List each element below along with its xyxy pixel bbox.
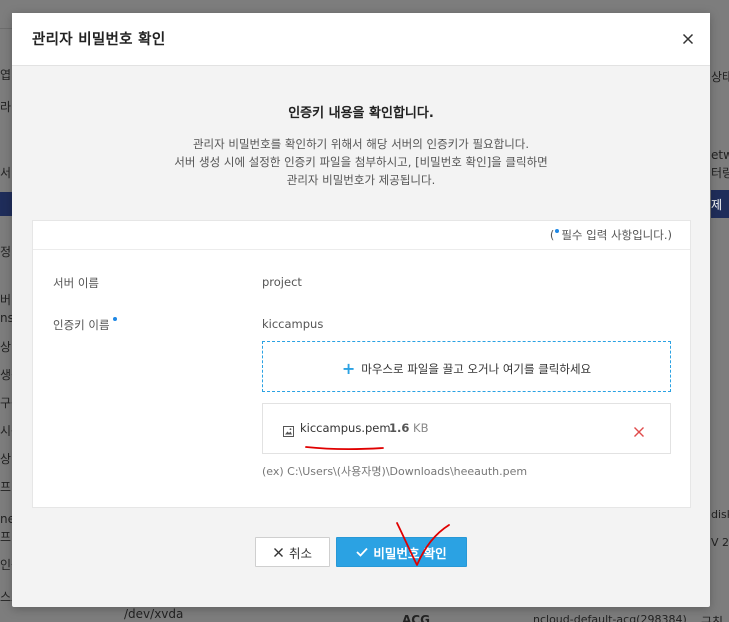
bg-text: 상태 [711,70,729,84]
key-name-label: 인증키 이름 [53,318,110,332]
bg-text: 터링 [711,166,729,180]
plus-icon: + [341,359,356,378]
panel-top-bar: ( 필수 입력 사항입니다.) [33,221,690,250]
check-icon [356,547,368,557]
bg-text: 규칙 [701,615,724,622]
bg-text: ACG [402,613,430,622]
intro-title: 인증키 내용을 확인합니다. [288,106,434,121]
required-note-prefix: ( [549,228,555,242]
cancel-button[interactable]: 취소 [255,537,330,567]
bg-text: 라 [0,100,12,114]
bg-text: V 22 [711,536,729,549]
bg-text: disk [711,508,729,521]
bg-text: 버 [0,293,12,307]
required-note-text: 필수 입력 사항입니다.) [561,228,672,242]
intro-description: 관리자 비밀번호를 확인하기 위해서 해당 서버의 인증키가 필요합니다. [192,137,530,151]
file-size: 1.6 KB [389,421,428,435]
image-file-icon [283,422,294,437]
key-name-label-wrap: 인증키 이름 [53,317,119,333]
cancel-button-label: 취소 [288,545,312,561]
admin-password-dialog: 관리자 비밀번호 확인 인증키 내용을 확인합니다. 관리자 비밀번호를 확인하… [12,13,710,607]
dropzone-text: 마우스로 파일을 끌고 오거나 여기를 클릭하세요 [361,362,592,376]
file-name: kiccampus.pem [300,421,391,435]
bg-text: /dev/xvda [124,607,184,621]
server-name-label: 서버 이름 [53,276,99,290]
bg-text: 엽 [0,68,12,82]
key-name-value: kiccampus [262,317,324,331]
bg-header-bar [0,192,12,216]
intro-description: 서버 생성 시에 설정한 인증키 파일을 첨부하시고, [비밀번호 확인]을 클… [174,155,548,169]
bg-text: 정 [0,245,12,259]
dialog-title: 관리자 비밀번호 확인 [32,32,166,48]
file-dropzone[interactable]: + 마우스로 파일을 끌고 오거나 여기를 클릭하세요 [262,341,671,392]
file-size-unit: KB [413,421,429,435]
required-note: ( 필수 입력 사항입니다.) [550,227,672,243]
bg-text: 서 [0,166,12,180]
attached-file: kiccampus.pem 1.6 KB [262,403,671,454]
server-name-value: project [262,275,302,289]
intro-description: 관리자 비밀번호가 제공됩니다. [286,173,436,187]
handwritten-underline [305,446,384,450]
required-dot-icon [112,317,117,321]
bg-text: etwo [711,148,729,162]
dialog-header: 관리자 비밀번호 확인 [12,13,710,66]
close-icon [273,547,283,557]
bg-text: 제 [711,198,723,212]
form-panel: ( 필수 입력 사항입니다.) 서버 이름 project 인증키 이름 kicc… [32,220,691,508]
bg-divider [0,28,12,29]
handwritten-check-mark [396,522,450,566]
file-size-value: 1.6 [389,421,410,435]
close-icon[interactable] [680,31,696,47]
remove-file-icon[interactable] [633,423,645,437]
bg-text: ncloud-default-acg(298384) [533,613,687,622]
required-dot-icon [555,229,560,233]
path-hint: (ex) C:\Users\(사용자명)\Downloads\heeauth.p… [262,465,528,478]
dropzone-label: + 마우스로 파일을 끌고 오거나 여기를 클릭하세요 [263,359,670,378]
